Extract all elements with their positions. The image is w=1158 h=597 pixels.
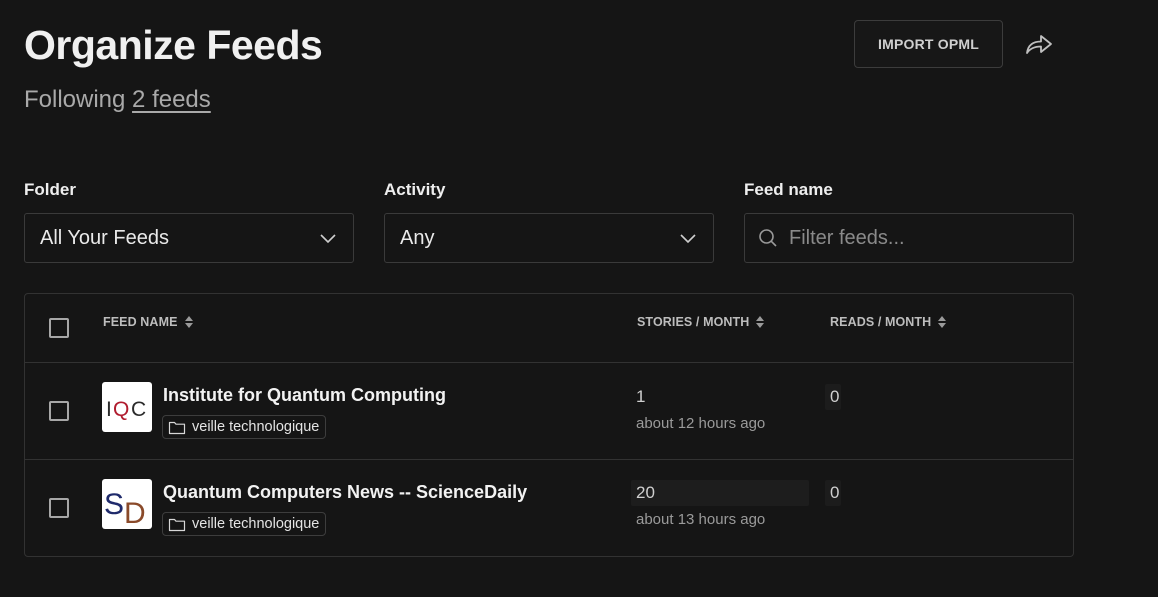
stories-count: 1	[636, 387, 646, 406]
share-icon[interactable]	[1024, 31, 1054, 57]
table-header: FEED NAME STORIES / MONTH READS / MONTH	[25, 294, 1073, 363]
svg-text:S: S	[104, 488, 124, 521]
sort-icon	[756, 316, 765, 328]
svg-text:D: D	[124, 497, 146, 529]
select-all-checkbox[interactable]	[49, 318, 69, 338]
feed-name[interactable]: Quantum Computers News -- ScienceDaily	[163, 482, 527, 503]
svg-text:I: I	[106, 398, 112, 421]
activity-filter-label: Activity	[384, 180, 446, 199]
last-story-time: about 13 hours ago	[636, 511, 766, 528]
folder-tag[interactable]: veille technologique	[162, 512, 327, 536]
import-opml-button[interactable]: IMPORT OPML	[854, 20, 1003, 68]
column-header-feed-name[interactable]: FEED NAME	[103, 315, 194, 329]
row-checkbox[interactable]	[49, 401, 69, 421]
folder-tag-label: veille technologique	[192, 516, 320, 532]
last-story-time: about 12 hours ago	[636, 415, 766, 432]
folder-tag-label: veille technologique	[192, 419, 320, 435]
sort-icon	[184, 316, 193, 328]
row-checkbox[interactable]	[49, 498, 69, 518]
folder-select-value: All Your Feeds	[40, 226, 169, 249]
column-label: READS / MONTH	[830, 315, 932, 329]
sd-logo-icon: S D	[102, 479, 152, 529]
column-label: STORIES / MONTH	[637, 315, 750, 329]
folder-filter-label: Folder	[24, 180, 76, 199]
table-row[interactable]: S D Quantum Computers News -- ScienceDai…	[25, 460, 1073, 557]
feed-name-search[interactable]	[744, 213, 1074, 263]
following-feeds-link[interactable]: 2 feeds	[132, 86, 211, 113]
folder-icon	[168, 421, 186, 434]
folder-select[interactable]: All Your Feeds	[24, 213, 354, 263]
search-icon	[759, 229, 777, 247]
stories-bar	[631, 480, 809, 506]
svg-text:C: C	[131, 398, 146, 421]
feeds-table: FEED NAME STORIES / MONTH READS / MONTH …	[24, 293, 1074, 557]
activity-select-value: Any	[400, 226, 435, 249]
folder-tag[interactable]: veille technologique	[162, 415, 327, 439]
column-label: FEED NAME	[103, 315, 178, 329]
sort-icon	[938, 316, 947, 328]
following-count: Following 2 feeds	[24, 86, 211, 114]
folder-icon	[168, 518, 186, 531]
activity-select[interactable]: Any	[384, 213, 714, 263]
iqc-logo-icon: I Q C	[102, 382, 152, 432]
stories-count: 20	[636, 483, 655, 502]
column-header-reads[interactable]: READS / MONTH	[830, 315, 947, 329]
reads-count: 0	[830, 387, 840, 406]
page-title: Organize Feeds	[24, 22, 323, 68]
svg-text:Q: Q	[113, 398, 129, 421]
feed-name[interactable]: Institute for Quantum Computing	[163, 385, 446, 406]
chevron-down-icon	[320, 234, 336, 244]
column-header-stories[interactable]: STORIES / MONTH	[637, 315, 765, 329]
feed-name-filter-input[interactable]	[789, 226, 1049, 250]
chevron-down-icon	[680, 234, 696, 244]
feed-name-filter-label: Feed name	[744, 180, 833, 199]
table-row[interactable]: I Q C Institute for Quantum Computing ve…	[25, 362, 1073, 460]
following-prefix: Following	[24, 86, 133, 113]
reads-count: 0	[830, 483, 840, 502]
